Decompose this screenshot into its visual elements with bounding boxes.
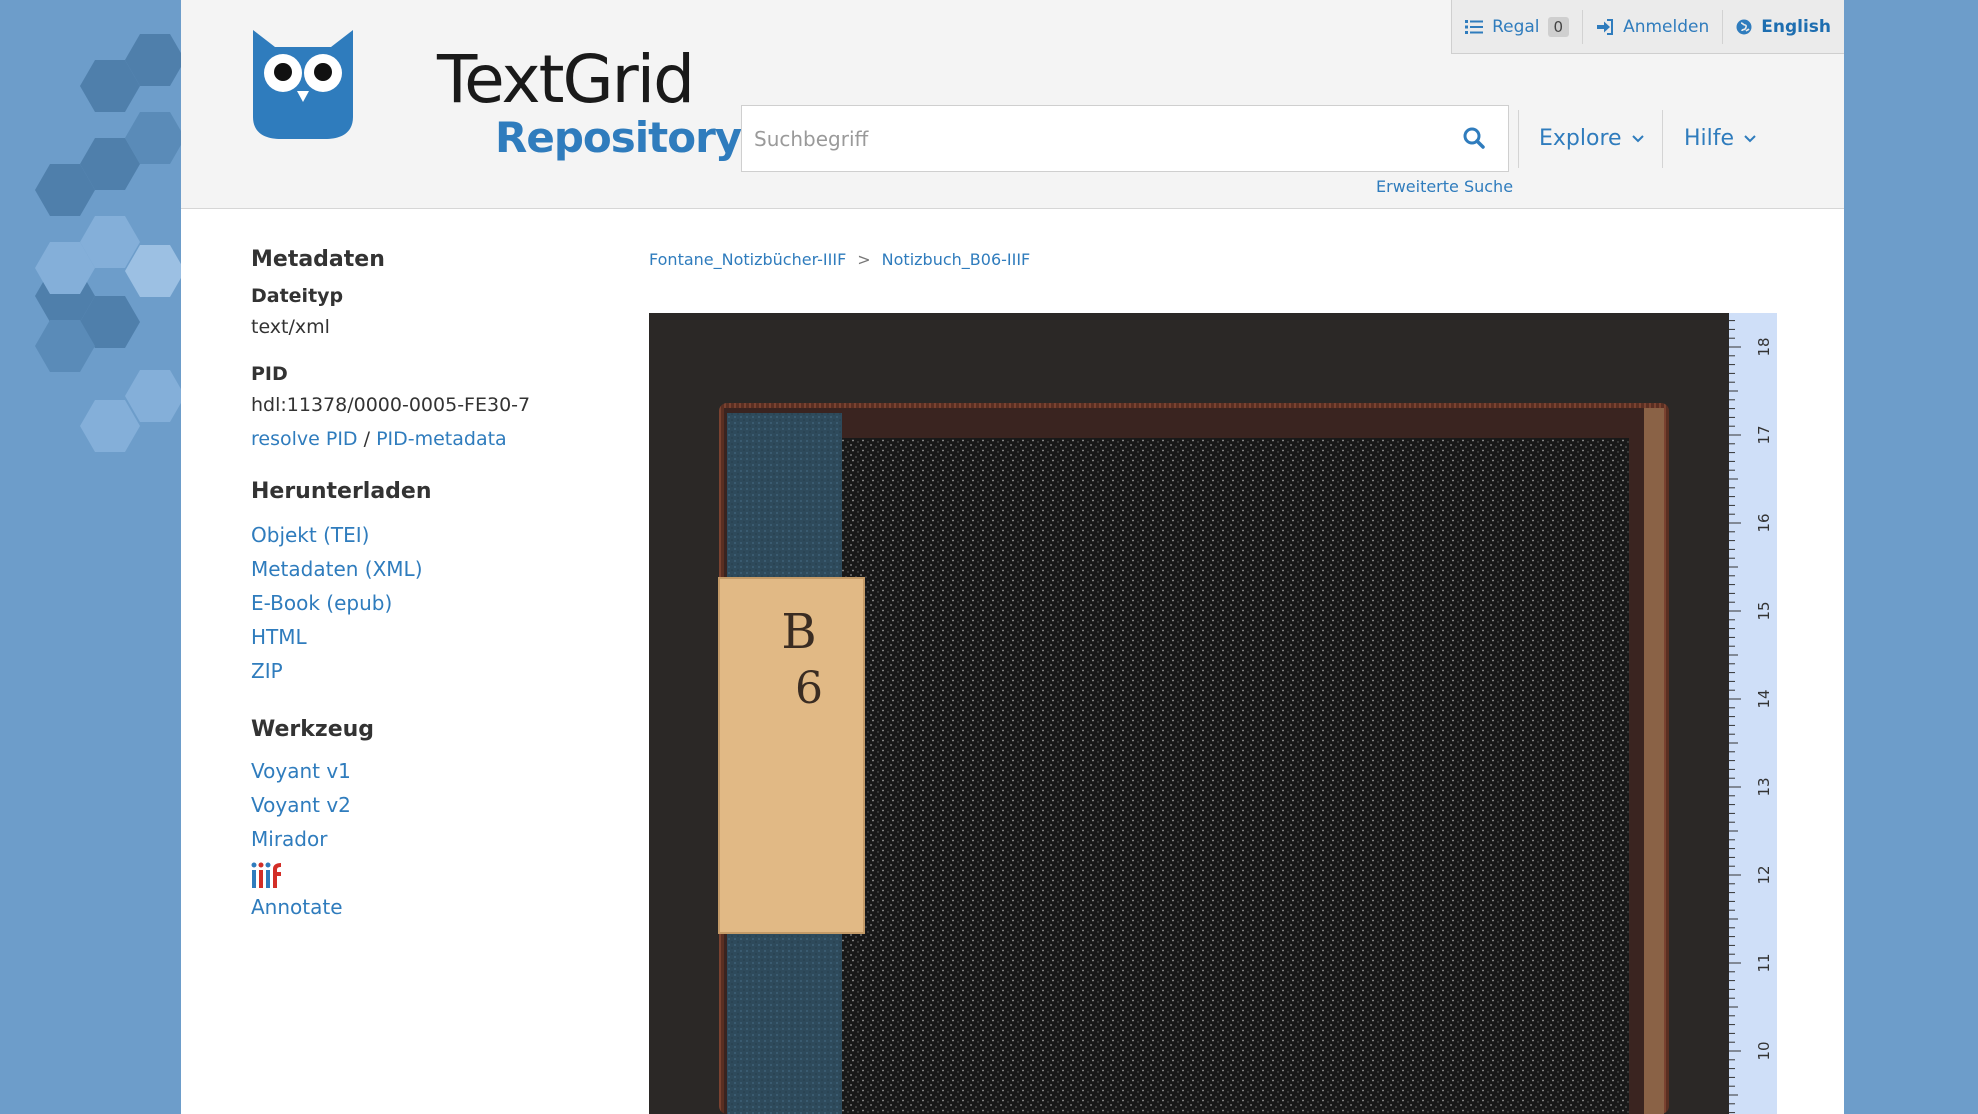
site-logo[interactable]: TextGrid Repository (253, 25, 742, 170)
shelf-count-badge: 0 (1547, 16, 1570, 37)
top-utility-bar: Regal 0 Anmelden English (1451, 0, 1844, 54)
login-link[interactable]: Anmelden (1583, 0, 1722, 53)
search-icon[interactable] (1462, 126, 1490, 154)
page-container: Regal 0 Anmelden English TextGrid Reposi… (181, 0, 1844, 1114)
language-switch[interactable]: English (1723, 0, 1844, 53)
breadcrumb-item[interactable]: Notizbuch_B06-IIIF (882, 250, 1031, 269)
tools-heading: Werkzeug (251, 717, 375, 742)
breadcrumb: Fontane_Notizbücher-IIIF > Notizbuch_B06… (649, 250, 1030, 269)
shelf-link[interactable]: Regal 0 (1452, 0, 1582, 53)
pid-value: hdl:11378/0000-0005-FE30-7 (251, 394, 531, 416)
owl-logo-icon (253, 30, 353, 139)
explore-label: Explore (1539, 126, 1622, 151)
voyant-v2-link[interactable]: Voyant v2 (251, 788, 581, 822)
ruler-label: 11 (1755, 953, 1773, 972)
hexagon-background (35, 34, 185, 452)
download-zip-link[interactable]: ZIP (251, 654, 581, 688)
shelf-label: Regal (1492, 16, 1540, 37)
voyant-v1-link[interactable]: Voyant v1 (251, 754, 581, 788)
metadata-sidebar: Metadaten Dateityp text/xml PID hdl:1137… (251, 244, 581, 924)
logo-title: TextGrid (437, 41, 695, 118)
ruler-label: 16 (1755, 513, 1773, 532)
sign-in-icon (1596, 18, 1614, 35)
ruler-label: 13 (1755, 777, 1773, 796)
site-header: Regal 0 Anmelden English TextGrid Reposi… (181, 0, 1844, 209)
ruler-label: 15 (1755, 601, 1773, 620)
language-label: English (1761, 16, 1831, 37)
nav-divider (1662, 110, 1663, 168)
resolve-pid-link[interactable]: resolve PID (251, 428, 358, 450)
pid-label: PID (251, 363, 288, 385)
ruler-label: 12 (1755, 865, 1773, 884)
download-epub-link[interactable]: E-Book (epub) (251, 586, 581, 620)
image-viewer[interactable]: B 6 18 17 16 15 14 13 12 11 10 (649, 313, 1777, 1114)
chevron-down-icon (1631, 134, 1644, 142)
login-label: Anmelden (1623, 16, 1710, 37)
explore-menu[interactable]: Explore (1539, 126, 1644, 151)
download-metadata-xml-link[interactable]: Metadaten (XML) (251, 552, 581, 586)
chevron-down-icon (1744, 134, 1756, 142)
iiif-logo-icon (251, 862, 281, 888)
advanced-search-link[interactable]: Erweiterte Suche (1376, 177, 1513, 196)
help-menu[interactable]: Hilfe (1684, 126, 1756, 151)
list-icon (1465, 19, 1484, 35)
breadcrumb-item[interactable]: Fontane_Notizbücher-IIIF (649, 250, 846, 269)
filetype-label: Dateityp (251, 285, 344, 307)
mirador-link[interactable]: Mirador (251, 822, 581, 856)
globe-icon (1736, 19, 1752, 35)
download-html-link[interactable]: HTML (251, 620, 581, 654)
annotate-link[interactable]: Annotate (251, 890, 581, 924)
search-form (741, 105, 1509, 172)
download-heading: Herunterladen (251, 479, 432, 504)
ruler-label: 10 (1755, 1041, 1773, 1060)
search-input[interactable] (742, 106, 1456, 171)
logo-subtitle: Repository (495, 113, 742, 162)
download-tei-link[interactable]: Objekt (TEI) (251, 518, 581, 552)
pid-link-separator: / (363, 428, 371, 450)
iiif-link[interactable] (251, 856, 581, 890)
ruler-label: 14 (1755, 689, 1773, 708)
label-number: 6 (795, 663, 823, 714)
metadata-heading: Metadaten (251, 247, 385, 272)
nav-divider (1518, 110, 1519, 168)
ruler-label: 17 (1755, 425, 1773, 444)
label-letter: B (781, 604, 816, 660)
breadcrumb-separator: > (857, 250, 871, 269)
help-label: Hilfe (1684, 126, 1735, 151)
ruler-label: 18 (1755, 337, 1773, 356)
filetype-value: text/xml (251, 316, 330, 338)
pid-links: resolve PID / PID-metadata (251, 422, 581, 456)
pid-metadata-link[interactable]: PID-metadata (376, 428, 507, 450)
notebook-cover-image: B 6 18 17 16 15 14 13 12 11 10 (649, 313, 1777, 1114)
